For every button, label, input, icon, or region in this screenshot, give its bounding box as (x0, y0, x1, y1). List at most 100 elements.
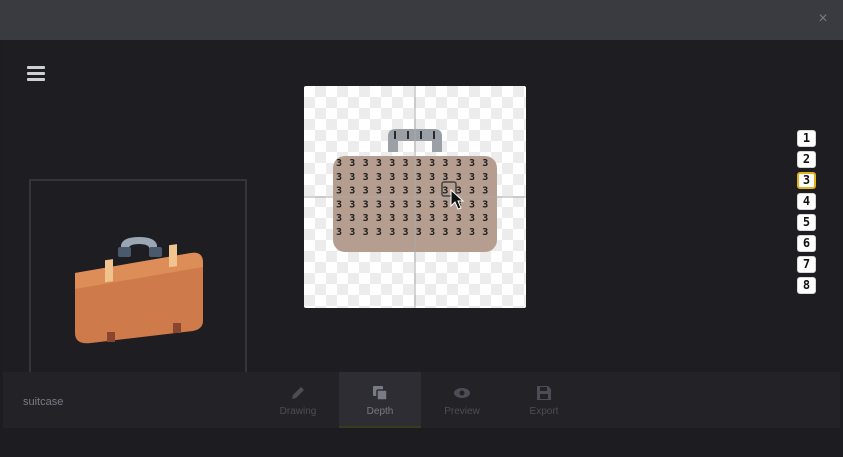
depth-cell: 3 (376, 172, 382, 183)
layer-button-2[interactable]: 2 (797, 151, 816, 168)
depth-cell: 3 (429, 186, 435, 197)
pencil-icon (292, 387, 304, 399)
depth-cell: 3 (403, 227, 409, 238)
depth-cell: 3 (482, 213, 488, 224)
layer-button-3[interactable]: 3 (797, 172, 816, 189)
tab-depth[interactable]: Depth (339, 372, 421, 428)
depth-cell: 3 (469, 227, 475, 238)
layer-button-8[interactable]: 8 (797, 277, 816, 294)
depth-cell: 3 (389, 213, 395, 224)
tab-export[interactable]: Export (503, 372, 585, 428)
depth-cell: 3 (482, 186, 488, 197)
depth-cell: 3 (469, 172, 475, 183)
handle-tick (394, 131, 396, 139)
depth-cell: 3 (482, 199, 488, 210)
depth-cell: 3 (389, 186, 395, 197)
depth-cell: 3 (456, 158, 462, 169)
voxel-canvas[interactable]: 3333333333333333333333333333333333333333… (304, 86, 526, 308)
depth-cell: 3 (349, 158, 355, 169)
layer-button-4[interactable]: 4 (797, 193, 816, 210)
depth-cell: 3 (336, 172, 342, 183)
footer-strip (0, 428, 843, 457)
depth-cell: 3 (442, 199, 448, 210)
depth-cell: 3 (336, 186, 342, 197)
depth-cell: 3 (363, 158, 369, 169)
depth-cell: 3 (482, 158, 488, 169)
depth-cell: 3 (429, 213, 435, 224)
depth-cell: 3 (403, 213, 409, 224)
tab-export-label: Export (529, 406, 559, 417)
depth-cell: 3 (442, 172, 448, 183)
layer-button-5[interactable]: 5 (797, 214, 816, 231)
tab-drawing[interactable]: Drawing (257, 372, 339, 428)
preview-panel (29, 179, 247, 381)
depth-cell: 3 (442, 186, 448, 197)
depth-cell: 3 (349, 227, 355, 238)
depth-cell: 3 (389, 158, 395, 169)
save-icon (537, 386, 551, 400)
depth-cell: 3 (336, 158, 342, 169)
close-icon[interactable]: × (815, 11, 831, 27)
title-bar: × (0, 0, 843, 40)
depth-cell: 3 (363, 186, 369, 197)
depth-cell: 3 (403, 186, 409, 197)
layer-button-6[interactable]: 6 (797, 235, 816, 252)
depth-cell: 3 (349, 172, 355, 183)
layer-selector: 1 2 3 4 5 6 7 8 (797, 130, 816, 298)
depth-cell: 3 (429, 199, 435, 210)
depth-cell: 3 (376, 213, 382, 224)
depth-cell: 3 (442, 227, 448, 238)
depth-cell: 3 (376, 227, 382, 238)
depth-cell: 3 (389, 227, 395, 238)
depth-cell: 3 (363, 227, 369, 238)
depth-cell: 3 (416, 186, 422, 197)
depth-cell: 3 (442, 158, 448, 169)
depth-cell: 3 (416, 199, 422, 210)
depth-cell: 3 (482, 227, 488, 238)
depth-cell: 3 (482, 172, 488, 183)
suitcase-icon (75, 237, 203, 344)
depth-cell: 3 (456, 213, 462, 224)
depth-cell: 3 (403, 199, 409, 210)
layers-icon (373, 386, 388, 401)
depth-cell: 3 (456, 227, 462, 238)
depth-cell: 3 (376, 158, 382, 169)
depth-cell: 3 (389, 172, 395, 183)
depth-cell: 3 (442, 213, 448, 224)
tab-preview[interactable]: Preview (421, 372, 503, 428)
layer-button-1[interactable]: 1 (797, 130, 816, 147)
depth-cell: 3 (363, 213, 369, 224)
depth-cell: 3 (403, 172, 409, 183)
depth-cell: 3 (376, 199, 382, 210)
depth-cell: 3 (336, 213, 342, 224)
depth-cell: 3 (416, 227, 422, 238)
depth-cell: 3 (349, 199, 355, 210)
depth-cell: 3 (429, 227, 435, 238)
depth-cell: 3 (336, 199, 342, 210)
depth-cell: 3 (469, 199, 475, 210)
depth-cell: 3 (429, 172, 435, 183)
depth-cell: 3 (416, 213, 422, 224)
depth-cell: 3 (376, 186, 382, 197)
depth-cell: 3 (336, 227, 342, 238)
file-name: suitcase (23, 396, 64, 408)
depth-cell: 3 (349, 186, 355, 197)
depth-cell: 3 (456, 172, 462, 183)
depth-cell: 3 (363, 199, 369, 210)
handle-tick (420, 131, 422, 139)
depth-cell: 3 (363, 172, 369, 183)
hamburger-icon[interactable] (27, 66, 45, 82)
tab-preview-label: Preview (444, 406, 480, 417)
bottom-toolbar: suitcase Drawing Depth Preview Export (3, 372, 840, 428)
layer-button-7[interactable]: 7 (797, 256, 816, 273)
depth-cell: 3 (349, 213, 355, 224)
eye-icon (454, 388, 470, 398)
tab-drawing-label: Drawing (279, 406, 317, 417)
depth-cell: 3 (416, 158, 422, 169)
depth-cell: 3 (469, 158, 475, 169)
depth-cell: 3 (469, 213, 475, 224)
depth-cell: 3 (403, 158, 409, 169)
depth-cell: 3 (389, 199, 395, 210)
depth-cell: 3 (429, 158, 435, 169)
tab-depth-label: Depth (366, 406, 394, 417)
